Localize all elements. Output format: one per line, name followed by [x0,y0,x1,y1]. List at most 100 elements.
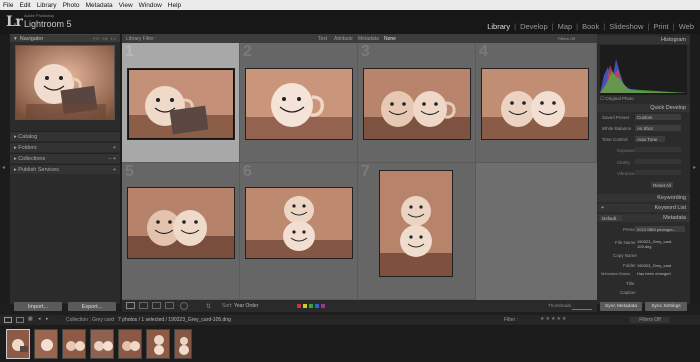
filter-none[interactable]: None [384,36,396,42]
collections-panel[interactable]: ▸ Collections – + [10,153,120,163]
photo-thumbnail[interactable] [246,69,352,139]
filter-metadata[interactable]: Metadata [358,36,379,42]
menu-photo[interactable]: Photo [63,2,80,9]
grid-cell[interactable]: 7 [358,163,476,300]
add-keyword-icon[interactable]: + [601,205,604,211]
nav-mode-fit[interactable]: FIT [93,36,99,41]
red-label-icon[interactable] [297,304,301,308]
file-name-value[interactable]: 190323_Grey_card-105.dng [637,239,685,249]
histogram-header[interactable]: Histogram [597,36,690,44]
green-label-icon[interactable] [309,304,313,308]
photo-thumbnail[interactable] [380,171,452,276]
quick-develop-header[interactable]: Quick Develop [597,104,690,112]
filmstrip-filter-select[interactable]: Filters Off [630,317,670,323]
yellow-label-icon[interactable] [303,304,307,308]
thumbnail-size-slider[interactable] [572,309,592,310]
sync-metadata-button[interactable]: Sync Metadata [600,302,642,311]
publish-services-panel[interactable]: ▸ Publish Services + [10,164,120,174]
keyword-list-title: Keyword List [654,205,687,211]
white-balance-select[interactable]: As Shot [635,125,681,131]
module-book[interactable]: Book [580,22,601,31]
add-icon[interactable]: + [113,145,116,151]
photo-thumbnail[interactable] [364,69,470,139]
forward-arrow-icon[interactable]: ▸ [46,316,49,322]
clarity-buttons[interactable] [635,159,681,164]
grid-cell[interactable]: 2 [240,43,358,163]
compare-view-icon[interactable] [152,302,161,309]
filmstrip-thumbnail[interactable] [174,329,192,359]
page-2-icon[interactable] [16,317,24,323]
survey-view-icon[interactable] [165,302,174,309]
grid-cell[interactable]: 3 [358,43,476,163]
metadata-view-select[interactable]: Default [600,215,622,221]
nav-mode-1-1[interactable]: 1:1 [110,36,116,41]
back-arrow-icon[interactable]: ◂ [38,316,41,322]
filmstrip-thumbnail[interactable] [6,329,30,359]
rating-filter-stars[interactable]: ★★★★★ [540,316,567,322]
menu-help[interactable]: Help [168,2,181,9]
catalog-panel[interactable]: ▸ Catalog [10,131,120,141]
painter-icon[interactable] [180,302,188,310]
metadata-header[interactable]: Default Metadata [597,214,690,222]
vibrance-buttons[interactable] [635,170,681,175]
menu-library[interactable]: Library [37,2,57,9]
reset-all-button[interactable]: Reset All [651,182,673,188]
grid-cell[interactable]: 1 [122,43,240,163]
import-button[interactable]: Import... [14,302,62,311]
photo-thumbnail[interactable] [482,69,588,139]
exposure-buttons[interactable] [635,147,681,152]
grid-cell[interactable]: 6 [240,163,358,300]
module-web[interactable]: Web [677,22,696,31]
photo-thumbnail[interactable] [246,188,352,258]
navigator-header[interactable]: ▾ Navigator FIT Fill 1:1 [10,34,120,42]
grid-icon[interactable]: ▦ [28,316,33,322]
module-slideshow[interactable]: Slideshow [607,22,645,31]
add-remove-icon[interactable]: – + [108,156,116,162]
export-button[interactable]: Export... [68,302,116,311]
filter-attribute[interactable]: Attribute [334,36,353,42]
nav-mode-fill[interactable]: Fill [102,36,107,41]
keywording-header[interactable]: Keywording [597,194,690,202]
page-1-icon[interactable] [4,317,12,323]
menu-metadata[interactable]: Metadata [86,2,113,9]
module-library[interactable]: Library [485,22,512,31]
auto-tone-button[interactable]: Auto Tone [635,136,665,142]
folders-panel[interactable]: ▸ Folders + [10,142,120,152]
filmstrip-thumbnail[interactable] [34,329,58,359]
filmstrip-thumbnail[interactable] [90,329,114,359]
menu-edit[interactable]: Edit [19,2,30,9]
histogram[interactable] [600,45,687,95]
photo-thumbnail[interactable] [128,188,234,258]
sort-direction-icon[interactable]: ⇅ [206,303,211,310]
navigator-preview[interactable] [15,45,115,120]
module-map[interactable]: Map [556,22,575,31]
menu-view[interactable]: View [119,2,133,9]
purple-label-icon[interactable] [321,304,325,308]
grid-cell[interactable]: 5 [122,163,240,300]
menu-window[interactable]: Window [139,2,162,9]
filmstrip-thumbnail[interactable] [118,329,142,359]
metadata-preset-select[interactable]: 2019 SBM photogra... [635,226,685,232]
grid-cell[interactable]: 4 [476,43,597,163]
grid-view-icon[interactable] [126,302,135,309]
loupe-view-icon[interactable] [139,302,148,309]
left-panel-toggle[interactable]: ◂ [0,34,10,304]
sort-select[interactable]: Year Order [234,303,258,309]
blue-label-icon[interactable] [315,304,319,308]
saved-preset-select[interactable]: Custom [635,114,681,120]
right-panel-toggle[interactable]: ▸ [690,34,700,304]
module-develop[interactable]: Develop [518,22,550,31]
module-print[interactable]: Print [651,22,670,31]
keyword-list-header[interactable]: + Keyword List [597,204,690,212]
filmstrip-thumbnail[interactable] [62,329,86,359]
filter-preset-select[interactable]: Filters Off [558,36,575,41]
photo-thumbnail[interactable] [128,69,234,139]
library-filter-title: Library Filter : [126,36,157,42]
original-photo-checkbox[interactable]: ☐ Original Photo [600,96,634,102]
filter-text[interactable]: Text [318,36,327,42]
add-icon[interactable]: + [113,167,116,173]
filmstrip-thumbnail[interactable] [146,329,170,359]
menu-file[interactable]: File [3,2,13,9]
sync-settings-button[interactable]: Sync Settings [645,302,687,311]
collection-source[interactable]: Collection : Grey card [66,317,114,323]
